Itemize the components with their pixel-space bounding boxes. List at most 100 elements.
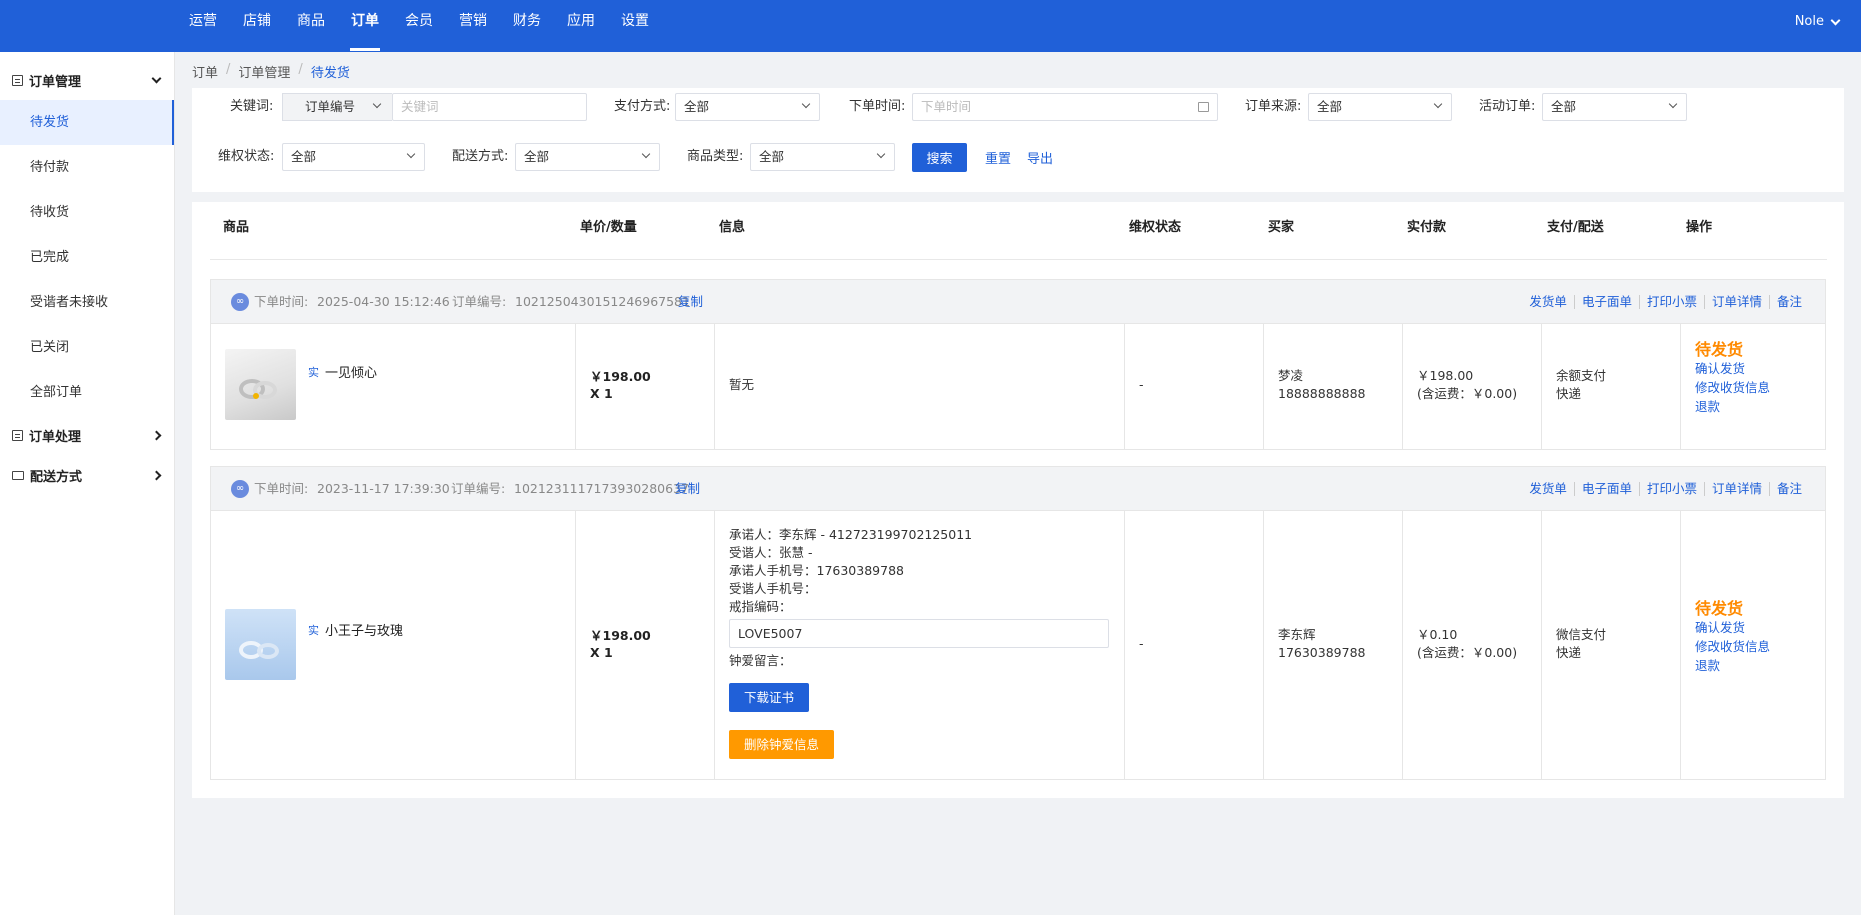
paid-cell: ￥198.00 (含运费：￥0.00): [1403, 324, 1542, 449]
quantity: X 1: [590, 645, 613, 660]
sidebar-item-pending-shipment[interactable]: 待发货: [0, 100, 174, 145]
e-waybill-link[interactable]: 电子面单: [1573, 482, 1639, 496]
nav-marketing[interactable]: 营销: [446, 0, 500, 52]
copy-button[interactable]: 复制: [678, 280, 703, 324]
confirm-ship-link[interactable]: 确认发货: [1695, 618, 1770, 637]
edit-address-link[interactable]: 修改收货信息: [1695, 378, 1770, 397]
order-table: 商品 单价/数量 信息 维权状态 买家 实付款 支付/配送 操作 ∞ 下单时间:…: [192, 202, 1844, 798]
sidebar-item-closed[interactable]: 已关闭: [0, 325, 174, 370]
breadcrumb-orders[interactable]: 订单: [192, 62, 218, 81]
paid-cell: ￥0.10 (含运费：￥0.00): [1403, 511, 1542, 779]
nav-apps[interactable]: 应用: [554, 0, 608, 52]
product-image[interactable]: [225, 349, 296, 420]
remark-link[interactable]: 备注: [1768, 295, 1809, 309]
goods-cell: 实 一见倾心: [211, 324, 576, 449]
reset-button[interactable]: 重置: [985, 148, 1011, 167]
sidebar: 订单管理 待发货 待付款 待收货 已完成 受谐者未接收 已关闭 全部订单 订单处…: [0, 52, 175, 915]
order-card: ∞ 下单时间: 2023-11-17 17:39:30 订单编号: 102123…: [210, 466, 1826, 780]
refund-link[interactable]: 退款: [1695, 656, 1770, 675]
product-name[interactable]: 一见倾心: [325, 362, 377, 381]
download-certificate-button[interactable]: 下载证书: [729, 683, 809, 712]
order-header: ∞ 下单时间: 2025-04-30 15:12:46 订单编号: 102125…: [211, 280, 1825, 324]
search-button[interactable]: 搜索: [912, 143, 967, 172]
print-receipt-link[interactable]: 打印小票: [1638, 482, 1704, 496]
sidebar-group-delivery[interactable]: 配送方式: [0, 455, 174, 495]
order-detail-link[interactable]: 订单详情: [1703, 295, 1769, 309]
order-no: 1021250430151246967581: [515, 294, 690, 309]
rights-status-select[interactable]: 全部: [282, 143, 425, 171]
delivery-method-select[interactable]: 全部: [515, 143, 660, 171]
pay-delivery-cell: 微信支付 快递: [1542, 511, 1681, 779]
order-time-label: 下单时间:: [254, 294, 309, 309]
goods-type-value: 全部: [759, 149, 785, 164]
order-time-picker[interactable]: 下单时间: [912, 93, 1218, 121]
breadcrumb-separator: /: [226, 62, 231, 77]
sidebar-item-completed[interactable]: 已完成: [0, 235, 174, 280]
e-waybill-link[interactable]: 电子面单: [1573, 295, 1639, 309]
user-menu[interactable]: Nole: [1794, 0, 1841, 44]
user-name: Nole: [1794, 14, 1824, 29]
print-receipt-link[interactable]: 打印小票: [1638, 295, 1704, 309]
nav-members[interactable]: 会员: [392, 0, 446, 52]
header-goods: 商品: [223, 220, 250, 235]
sidebar-group-order-processing[interactable]: 订单处理: [0, 415, 174, 455]
keyword-input[interactable]: 关键词: [392, 93, 587, 121]
rights-cell: -: [1125, 324, 1264, 449]
delivery-method-value: 全部: [524, 149, 550, 164]
price-cell: ￥198.00 X 1: [576, 324, 715, 449]
physical-tag: 实: [308, 366, 319, 379]
order-card: ∞ 下单时间: 2025-04-30 15:12:46 订单编号: 102125…: [210, 279, 1826, 450]
rights-status: -: [1139, 636, 1144, 651]
sidebar-group-label: 订单管理: [29, 74, 82, 90]
nav-settings[interactable]: 设置: [608, 0, 662, 52]
remark-link[interactable]: 备注: [1768, 482, 1809, 496]
sidebar-item-pending-receipt[interactable]: 待收货: [0, 190, 174, 235]
nav-store[interactable]: 店铺: [230, 0, 284, 52]
order-detail-link[interactable]: 订单详情: [1703, 482, 1769, 496]
delivery-method: 快递: [1556, 386, 1582, 401]
activity-order-select[interactable]: 全部: [1542, 93, 1687, 121]
nav-finance[interactable]: 财务: [500, 0, 554, 52]
copy-button[interactable]: 复制: [675, 467, 700, 511]
chevron-down-icon: [406, 149, 416, 159]
order-source-select[interactable]: 全部: [1308, 93, 1452, 121]
order-status: 待发货: [1695, 340, 1744, 359]
header-pay-delivery: 支付/配送: [1547, 220, 1604, 235]
sidebar-item-not-received[interactable]: 受谐者未接收: [0, 280, 174, 325]
shipping-slip-link[interactable]: 发货单: [1522, 295, 1574, 309]
refund-link[interactable]: 退款: [1695, 397, 1770, 416]
export-button[interactable]: 导出: [1027, 148, 1053, 167]
breadcrumb: 订单 / 订单管理 / 待发货: [192, 62, 350, 81]
edit-address-link[interactable]: 修改收货信息: [1695, 637, 1770, 656]
order-source-label: 订单来源:: [1245, 99, 1302, 114]
top-nav: 运营 店铺 商品 订单 会员 营销 财务 应用 设置: [176, 0, 662, 52]
product-image[interactable]: [225, 609, 296, 680]
product-name[interactable]: 小王子与玫瑰: [325, 620, 403, 639]
truck-icon: [12, 470, 24, 480]
header-paid: 实付款: [1407, 220, 1447, 235]
calendar-icon: [1198, 102, 1209, 112]
goods-type-select[interactable]: 全部: [750, 143, 895, 171]
ring-code-field[interactable]: LOVE5007: [729, 619, 1109, 648]
delete-love-info-button[interactable]: 删除钟爱信息: [729, 730, 834, 759]
chevron-down-icon: [1433, 99, 1443, 109]
chevron-right-icon: [151, 470, 162, 480]
sidebar-item-pending-payment[interactable]: 待付款: [0, 145, 174, 190]
pay-method-select[interactable]: 全部: [675, 93, 820, 121]
order-no: 1021231117173930280637: [514, 481, 689, 496]
info-cell: 暂无: [715, 324, 1125, 449]
price-cell: ￥198.00 X 1: [576, 511, 715, 779]
nav-orders[interactable]: 订单: [338, 0, 392, 52]
confirm-ship-link[interactable]: 确认发货: [1695, 359, 1770, 378]
shipping-slip-link[interactable]: 发货单: [1522, 482, 1574, 496]
sidebar-group-order-management[interactable]: 订单管理: [0, 60, 174, 100]
nav-operations[interactable]: 运营: [176, 0, 230, 52]
nav-goods[interactable]: 商品: [284, 0, 338, 52]
sidebar-item-all-orders[interactable]: 全部订单: [0, 370, 174, 415]
promisee-line: 受谐人：张慧 -: [729, 545, 813, 560]
filter-panel: 关键词: 订单编号 关键词 支付方式: 全部 下单时间: 下单时间 订单来源: …: [192, 88, 1844, 192]
keyword-placeholder: 关键词: [401, 99, 439, 114]
chevron-down-icon: [876, 149, 886, 159]
breadcrumb-order-management[interactable]: 订单管理: [238, 62, 290, 81]
keyword-type-select[interactable]: 订单编号: [282, 93, 392, 121]
